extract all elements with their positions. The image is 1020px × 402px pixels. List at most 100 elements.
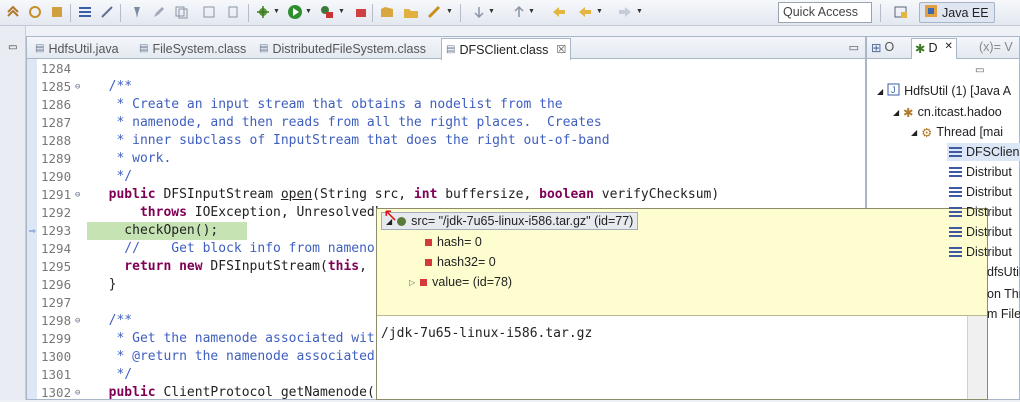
stack-frame-item[interactable]: dfsUtil. [987,263,1020,281]
code-line[interactable]: 1288 * inner subclass of InputStream tha… [27,132,865,150]
line-number: 1289 [41,151,72,166]
back-icon[interactable] [576,3,594,21]
pin-icon[interactable] [128,3,146,21]
code-line[interactable]: 1290 */ [27,168,865,186]
popup-detail-pane[interactable]: /jdk-7u65-linux-i586.tar.gz [377,316,967,399]
close-tab-icon[interactable]: ☒ [556,43,566,56]
popup-field-item[interactable]: hash32= 0 [425,253,496,271]
code-line[interactable]: 1284 [27,60,865,78]
stack-frame-icon [949,146,962,158]
collapse-icon[interactable]: ◢ [893,108,899,117]
popup-field-label: hash= 0 [437,235,482,249]
tab-variables[interactable]: (x)= V [979,40,1013,54]
code-line[interactable]: 1289 * work. [27,150,865,168]
tools-icon[interactable] [98,3,116,21]
debug-run-icon[interactable] [254,3,272,21]
stack-frame-item[interactable]: on Thr [987,285,1020,303]
tab-distributedfilesystem-class[interactable]: ▤ DistributedFileSystem.class [255,38,430,59]
popup-field-item[interactable]: hash= 0 [425,233,482,251]
back-dropdown-icon[interactable]: ▼ [596,5,603,19]
code-text-line: * Get the namenode associated wit [93,330,374,348]
stack-frame-item[interactable]: Distribut [949,183,1012,201]
class-file-icon: ▤ [446,44,456,55]
tab-hdfsutil-java[interactable]: ▤ HdfsUtil.java [31,38,123,59]
close-tab-icon[interactable]: ✕ [945,41,953,59]
tab-dfsclient-class[interactable]: ▤ DFSClient.class ☒ [441,38,572,60]
fold-toggle-icon[interactable]: ⊖ [75,78,80,96]
stack-frame-label: m File [987,307,1020,321]
refresh-icon[interactable] [26,3,44,21]
open-folder-icon[interactable] [402,3,420,21]
java-ee-perspective-icon [924,4,938,21]
copy-icon[interactable] [172,3,190,21]
collapse-icon[interactable]: ◢ [877,87,883,96]
tab-outline[interactable]: ⊞ O [871,40,894,55]
prev-annotation-dropdown-icon[interactable]: ▼ [528,5,535,19]
debug-dropdown-icon[interactable]: ▼ [273,5,280,19]
prev-annotation-icon[interactable] [510,3,528,21]
code-text-line: return new DFSInputStream(this, [93,258,375,276]
code-token: * Create an input stream that obtains a … [93,97,563,112]
new-package-icon[interactable] [378,3,396,21]
code-token: new [179,259,203,274]
wand-icon[interactable] [426,3,444,21]
run-icon[interactable] [286,3,304,21]
last-edit-icon[interactable] [550,3,568,21]
code-line[interactable]: 1287 * namenode, and then reads from all… [27,114,865,132]
stack-frame-icon [949,226,962,238]
stack-frame-item[interactable]: Distribut [949,163,1012,181]
code-line[interactable]: 1291 ⊖ public DFSInputStream open(String … [27,186,865,204]
expand-icon[interactable]: ▷ [409,278,415,287]
wand-dropdown-icon[interactable]: ▼ [446,5,453,19]
code-token: * work. [93,151,172,166]
run-external-dropdown-icon[interactable]: ▼ [338,5,345,19]
fold-toggle-icon[interactable]: ⊖ [75,384,80,402]
popup-field-item[interactable]: ▷ value= (id=78) [409,273,512,291]
code-line[interactable]: 1285 ⊖ /** [27,78,865,96]
code-text-line: */ [93,366,132,384]
popup-scrollbar[interactable] [967,316,987,399]
tab-filesystem-class[interactable]: ▤ FileSystem.class [135,38,250,59]
save-icon[interactable] [200,3,218,21]
quick-access-input[interactable]: Quick Access [778,2,872,23]
external-tools-icon[interactable] [48,3,66,21]
open-perspective-icon[interactable] [892,3,910,21]
stack-frame-icon [949,186,962,198]
skip-breakpoints-icon[interactable] [4,3,22,21]
line-number: 1295 [41,259,72,274]
list-icon[interactable] [76,3,94,21]
debug-icon: ✱ [915,42,926,56]
stack-frame-item[interactable]: DFSClien [947,143,1020,161]
tab-debug[interactable]: ✱ D ✕ [911,38,957,59]
collapse-icon[interactable]: ◢ [911,128,917,137]
stack-frame-item[interactable]: m File [987,305,1020,323]
debug-target-item[interactable]: ◢ ✱ cn.itcast.hadoo [893,103,1002,121]
instruction-pointer-icon: ⇨ [29,224,36,237]
restore-icon[interactable]: ▭ [8,42,17,53]
pencil-icon[interactable] [150,3,168,21]
forward-icon[interactable] [616,3,634,21]
line-number: 1284 [41,61,72,76]
code-token: (String src, [312,187,414,202]
forward-dropdown-icon[interactable]: ▼ [636,5,643,19]
fold-toggle-icon[interactable]: ⊖ [75,312,80,330]
code-token: verifyChecksum) [593,187,720,202]
popup-root-variable[interactable]: ◢ src= "/jdk-7u65-linux-i586.tar.gz" (id… [381,212,639,230]
thread-item[interactable]: ◢ ⚙ Thread [mai [911,123,1003,141]
code-line[interactable]: 1286 * Create an input stream that obtai… [27,96,865,114]
coverage-icon[interactable] [352,3,370,21]
code-token: // Get block info from nameno [93,241,375,256]
java-ee-perspective-button[interactable]: Java EE [919,2,995,23]
view-menu-icon[interactable]: ▭ [975,65,984,76]
next-annotation-icon[interactable] [470,3,488,21]
debug-launch-item[interactable]: ◢ J HdfsUtil (1) [Java A [877,82,1011,100]
run-external-icon[interactable] [318,3,336,21]
code-token: } [93,277,117,292]
minimize-editor-icon[interactable]: ▭ [849,41,859,54]
fold-toggle-icon[interactable]: ⊖ [75,186,80,204]
line-number: 1299 [41,331,72,346]
run-dropdown-icon[interactable]: ▼ [305,5,312,19]
code-text-line: * inner subclass of InputStream that doe… [93,132,609,150]
next-annotation-dropdown-icon[interactable]: ▼ [488,5,495,19]
print-icon[interactable] [224,3,242,21]
